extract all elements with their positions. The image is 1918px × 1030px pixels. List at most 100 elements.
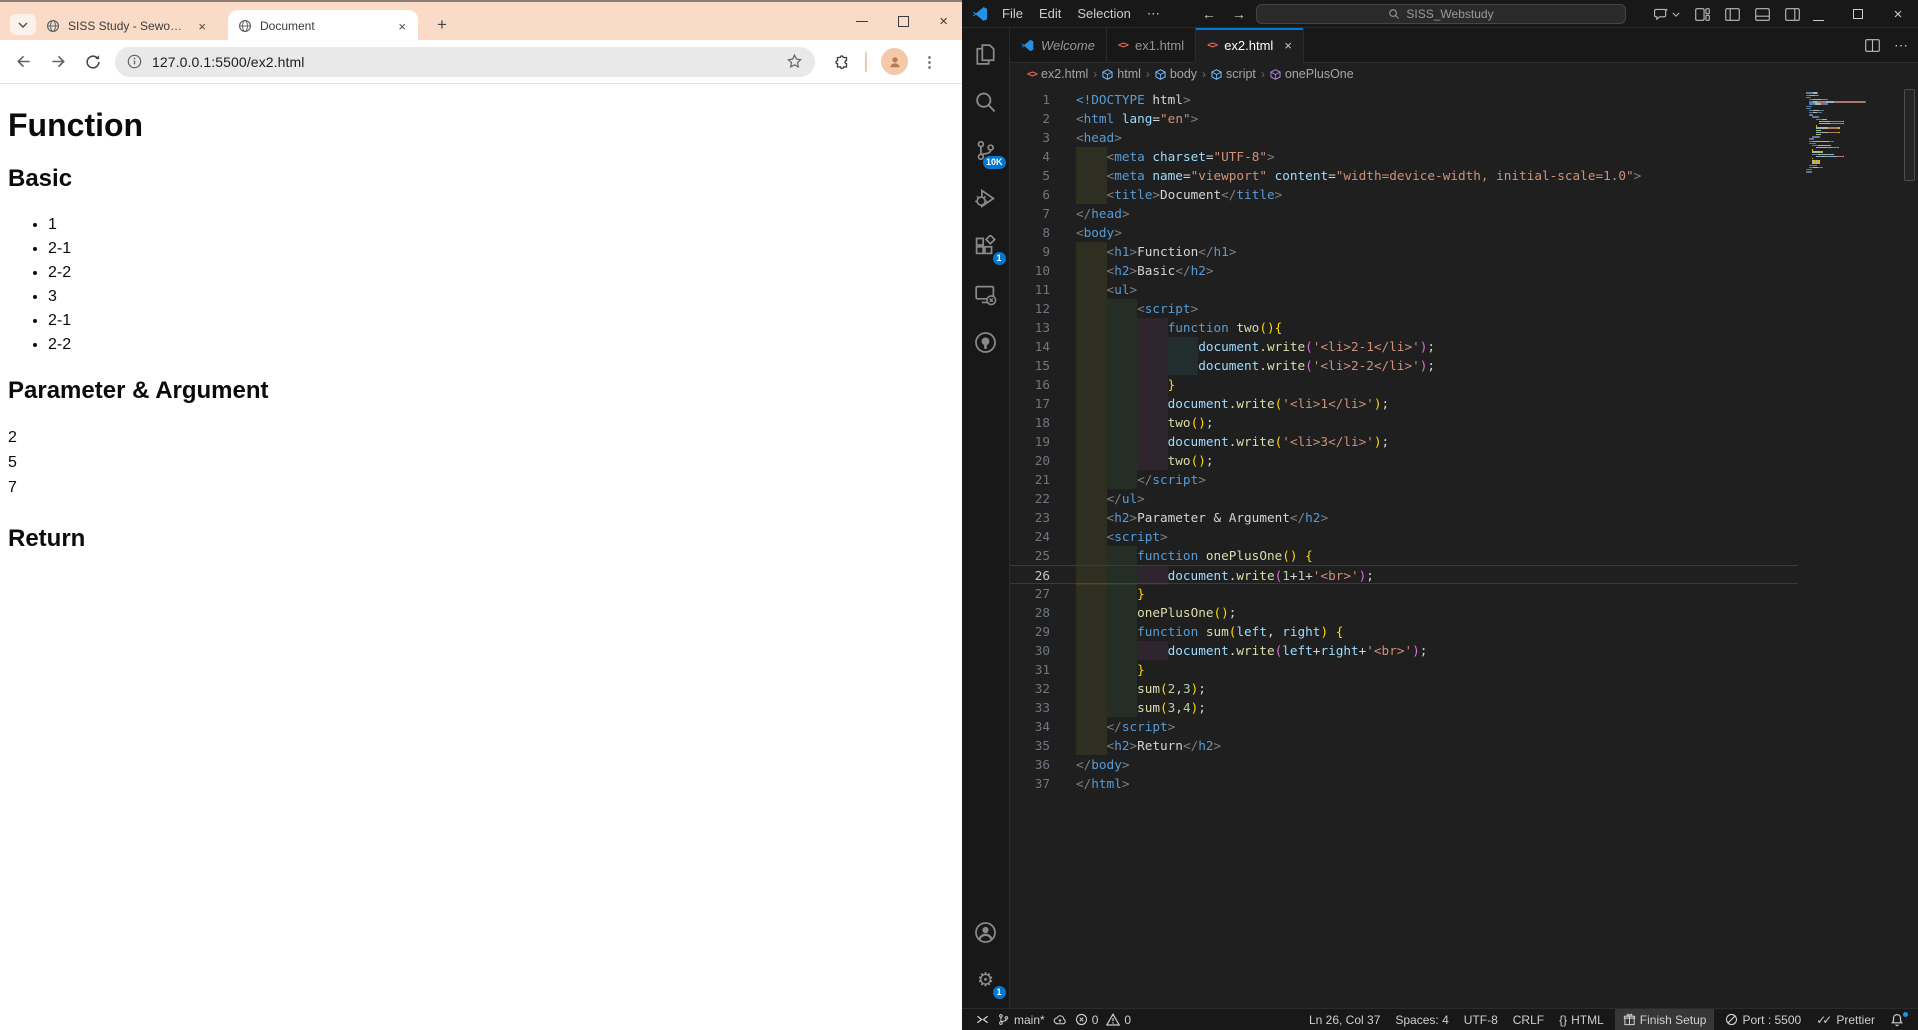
- code-line-10[interactable]: 10<h2>Basic</h2>: [1010, 261, 1798, 280]
- minimap[interactable]: [1806, 92, 1890, 173]
- code-line-17[interactable]: 17document.write('<li>1</li>');: [1010, 394, 1798, 413]
- problems-errors[interactable]: 0: [1071, 1009, 1103, 1030]
- code-line-4[interactable]: 4<meta charset="UTF-8">: [1010, 147, 1798, 166]
- activity-run-debug[interactable]: [962, 174, 1010, 222]
- encoding[interactable]: UTF-8: [1460, 1009, 1502, 1030]
- code-line-28[interactable]: 28onePlusOne();: [1010, 603, 1798, 622]
- live-server-port[interactable]: Port : 5500: [1721, 1009, 1805, 1030]
- code-editor[interactable]: 1<!DOCTYPE html>2<html lang="en">3<head>…: [1010, 85, 1918, 1008]
- sync-changes-button[interactable]: [1049, 1009, 1071, 1030]
- code-line-15[interactable]: 15document.write('<li>2-2</li>');: [1010, 356, 1798, 375]
- code-line-30[interactable]: 30document.write(left+right+'<br>');: [1010, 641, 1798, 660]
- code-line-18[interactable]: 18two();: [1010, 413, 1798, 432]
- eol-sequence[interactable]: CRLF: [1509, 1009, 1548, 1030]
- code-line-7[interactable]: 7</head>: [1010, 204, 1798, 223]
- browser-tab-siss-study[interactable]: SISS Study - Sewon Lee ×: [36, 10, 218, 42]
- scrollbar-slider[interactable]: [1904, 89, 1915, 181]
- language-mode[interactable]: {} HTML: [1555, 1009, 1608, 1030]
- extensions-puzzle-icon[interactable]: [833, 53, 851, 71]
- code-line-6[interactable]: 6<title>Document</title>: [1010, 185, 1798, 204]
- activity-explorer[interactable]: [962, 30, 1010, 78]
- code-line-16[interactable]: 16}: [1010, 375, 1798, 394]
- toggle-sidebar-left-icon[interactable]: [1725, 8, 1740, 21]
- maximize-button[interactable]: [1838, 0, 1878, 28]
- code-line-8[interactable]: 8<body>: [1010, 223, 1798, 242]
- tab-ex2[interactable]: <> ex2.html ×: [1196, 28, 1304, 63]
- customize-layout-icon[interactable]: [1695, 8, 1710, 21]
- command-center-search[interactable]: SISS_Webstudy: [1256, 4, 1626, 24]
- close-tab-icon[interactable]: ×: [1284, 38, 1292, 53]
- code-line-37[interactable]: 37</html>: [1010, 774, 1798, 793]
- code-line-29[interactable]: 29function sum(left, right) {: [1010, 622, 1798, 641]
- tab-welcome[interactable]: Welcome: [1010, 28, 1107, 62]
- remote-indicator[interactable]: [972, 1009, 993, 1030]
- code-line-3[interactable]: 3<head>: [1010, 128, 1798, 147]
- forward-button[interactable]: [45, 49, 71, 75]
- maximize-button[interactable]: [898, 16, 909, 27]
- code-line-12[interactable]: 12<script>: [1010, 299, 1798, 318]
- activity-github[interactable]: [962, 318, 1010, 366]
- address-bar[interactable]: 127.0.0.1:5500/ex2.html: [115, 47, 815, 77]
- breadcrumb-body[interactable]: body: [1155, 67, 1197, 81]
- browser-menu-kebab-icon[interactable]: ⋮: [922, 53, 937, 71]
- breadcrumb-file[interactable]: <> ex2.html: [1027, 67, 1088, 81]
- code-line-23[interactable]: 23<h2>Parameter & Argument</h2>: [1010, 508, 1798, 527]
- bookmark-star-icon[interactable]: [786, 53, 803, 70]
- minimize-button[interactable]: [856, 21, 868, 22]
- code-line-35[interactable]: 35<h2>Return</h2>: [1010, 736, 1798, 755]
- split-editor-icon[interactable]: [1865, 39, 1880, 52]
- settings-button[interactable]: ⚙ 1: [962, 956, 1010, 1004]
- nav-forward-icon[interactable]: →: [1232, 6, 1246, 22]
- code-line-22[interactable]: 22</ul>: [1010, 489, 1798, 508]
- code-line-32[interactable]: 32sum(2,3);: [1010, 679, 1798, 698]
- finish-setup-button[interactable]: Finish Setup: [1615, 1009, 1715, 1030]
- git-branch-status[interactable]: main*: [993, 1009, 1049, 1030]
- activity-remote-explorer[interactable]: [962, 270, 1010, 318]
- menu-file[interactable]: File: [994, 3, 1031, 25]
- profile-avatar[interactable]: [881, 48, 908, 75]
- menu-selection[interactable]: Selection: [1069, 3, 1138, 25]
- code-line-20[interactable]: 20two();: [1010, 451, 1798, 470]
- code-line-19[interactable]: 19document.write('<li>3</li>');: [1010, 432, 1798, 451]
- close-button[interactable]: ×: [1878, 0, 1918, 28]
- minimize-button[interactable]: [1798, 0, 1838, 28]
- activity-extensions[interactable]: 1: [962, 222, 1010, 270]
- site-info-icon[interactable]: [127, 54, 142, 69]
- activity-source-control[interactable]: 10K: [962, 126, 1010, 174]
- copilot-chat-button[interactable]: [1654, 8, 1680, 21]
- breadcrumb-script[interactable]: script: [1211, 67, 1256, 81]
- cursor-position[interactable]: Ln 26, Col 37: [1305, 1009, 1384, 1030]
- code-line-5[interactable]: 5<meta name="viewport" content="width=de…: [1010, 166, 1798, 185]
- close-tab-icon[interactable]: ×: [396, 19, 408, 34]
- close-button[interactable]: ×: [939, 14, 948, 29]
- menu-edit[interactable]: Edit: [1031, 3, 1069, 25]
- toggle-panel-icon[interactable]: [1755, 8, 1770, 21]
- code-line-1[interactable]: 1<!DOCTYPE html>: [1010, 90, 1798, 109]
- code-line-21[interactable]: 21</script>: [1010, 470, 1798, 489]
- code-line-33[interactable]: 33sum(3,4);: [1010, 698, 1798, 717]
- code-line-9[interactable]: 9<h1>Function</h1>: [1010, 242, 1798, 261]
- browser-tab-document[interactable]: Document ×: [228, 10, 418, 42]
- close-tab-icon[interactable]: ×: [196, 19, 208, 34]
- menu-more[interactable]: ⋯: [1139, 3, 1168, 25]
- code-line-34[interactable]: 34</script>: [1010, 717, 1798, 736]
- code-line-36[interactable]: 36</body>: [1010, 755, 1798, 774]
- code-line-26[interactable]: 26document.write(1+1+'<br>');: [1010, 565, 1798, 584]
- reload-button[interactable]: [80, 49, 106, 75]
- back-button[interactable]: [10, 49, 36, 75]
- code-line-2[interactable]: 2<html lang="en">: [1010, 109, 1798, 128]
- indentation[interactable]: Spaces: 4: [1391, 1009, 1452, 1030]
- code-line-11[interactable]: 11<ul>: [1010, 280, 1798, 299]
- prettier-status[interactable]: ✓✓ Prettier: [1812, 1009, 1879, 1030]
- code-line-14[interactable]: 14document.write('<li>2-1</li>');: [1010, 337, 1798, 356]
- code-line-24[interactable]: 24<script>: [1010, 527, 1798, 546]
- tab-search-button[interactable]: [10, 14, 36, 35]
- tab-ex1[interactable]: <> ex1.html: [1107, 28, 1196, 62]
- account-button[interactable]: [962, 908, 1010, 956]
- breadcrumb-symbol[interactable]: onePlusOne: [1270, 67, 1354, 81]
- activity-search[interactable]: [962, 78, 1010, 126]
- problems-warnings[interactable]: 0: [1102, 1009, 1135, 1030]
- url-text[interactable]: 127.0.0.1:5500/ex2.html: [152, 54, 776, 70]
- notifications-bell[interactable]: [1886, 1009, 1908, 1030]
- code-line-25[interactable]: 25function onePlusOne() {: [1010, 546, 1798, 565]
